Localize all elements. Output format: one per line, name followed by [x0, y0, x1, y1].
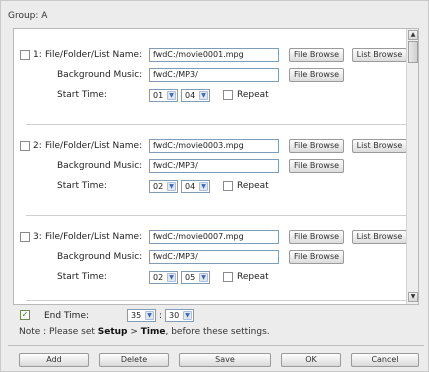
- note-suffix: , before these settings.: [165, 327, 270, 337]
- list-browse-button[interactable]: List Browse: [352, 230, 407, 244]
- note-prefix: Note : Please set: [19, 327, 98, 337]
- end-time-row: ✓ End Time: 35 ▼ : 30 ▼: [13, 307, 419, 325]
- background-music-field[interactable]: fwdC:/MP3/: [149, 250, 279, 264]
- background-music-field[interactable]: fwdC:/MP3/: [149, 68, 279, 82]
- start-minute-value: 04: [185, 91, 196, 100]
- entry-select-checkbox[interactable]: [20, 141, 30, 151]
- note-time: Time: [140, 327, 166, 337]
- entry-time-row: Start Time: 01 ▼ 04 ▼ Repeat: [14, 87, 407, 103]
- chevron-down-icon: ▼: [167, 273, 176, 282]
- end-time-label: End Time:: [44, 311, 90, 321]
- group-title: Group: A: [8, 11, 48, 21]
- end-hour-select[interactable]: 35 ▼: [127, 309, 156, 322]
- file-browse-button[interactable]: File Browse: [289, 48, 344, 62]
- file-browse-button[interactable]: File Browse: [289, 230, 344, 244]
- entry-divider: [26, 124, 417, 125]
- file-name-field[interactable]: fwdC:/movie0007.mpg: [149, 230, 279, 244]
- entry-divider: [26, 215, 417, 216]
- time-separator: :: [159, 311, 163, 321]
- end-minute-value: 30: [169, 311, 180, 320]
- entry-music-row: Background Music: fwdC:/MP3/ File Browse: [14, 67, 407, 83]
- start-hour-value: 02: [153, 182, 164, 191]
- entry-file-row: 1: File/Folder/List Name: fwdC:/movie000…: [14, 47, 407, 63]
- entry-divider: [26, 300, 417, 301]
- start-hour-value: 02: [153, 273, 164, 282]
- file-name-field[interactable]: fwdC:/movie0003.mpg: [149, 139, 279, 153]
- vertical-scrollbar[interactable]: ▲ ▼: [406, 29, 418, 304]
- start-time-label: Start Time:: [57, 90, 107, 100]
- note-arrow: >: [127, 327, 141, 337]
- start-minute-select[interactable]: 04 ▼: [181, 180, 210, 193]
- ok-button[interactable]: OK: [281, 353, 341, 367]
- end-time-checkbox[interactable]: ✓: [20, 310, 30, 320]
- chevron-down-icon: ▼: [145, 311, 154, 320]
- cancel-button[interactable]: Cancel: [351, 353, 419, 367]
- scrollbar-thumb[interactable]: [408, 41, 418, 63]
- repeat-checkbox[interactable]: [223, 181, 233, 191]
- repeat-label: Repeat: [237, 90, 269, 100]
- chevron-down-icon: ▼: [183, 311, 192, 320]
- chevron-down-icon: ▼: [167, 91, 176, 100]
- file-name-label: File/Folder/List Name:: [45, 50, 143, 60]
- chevron-down-icon: ▼: [199, 273, 208, 282]
- start-hour-value: 01: [153, 91, 164, 100]
- repeat-checkbox[interactable]: [223, 272, 233, 282]
- start-minute-value: 05: [185, 273, 196, 282]
- entry-time-row: Start Time: 02 ▼ 05 ▼ Repeat: [14, 269, 407, 285]
- file-name-label: File/Folder/List Name:: [45, 232, 143, 242]
- start-hour-select[interactable]: 02 ▼: [149, 271, 178, 284]
- entry-music-row: Background Music: fwdC:/MP3/ File Browse: [14, 249, 407, 265]
- entry-1: 1: File/Folder/List Name: fwdC:/movie000…: [14, 47, 407, 117]
- end-hour-value: 35: [131, 311, 142, 320]
- file-name-label: File/Folder/List Name:: [45, 141, 143, 151]
- background-music-label: Background Music:: [57, 252, 143, 262]
- list-browse-button[interactable]: List Browse: [352, 139, 407, 153]
- entry-index: 1:: [33, 50, 42, 60]
- entry-2: 2: File/Folder/List Name: fwdC:/movie000…: [14, 138, 407, 208]
- music-browse-button[interactable]: File Browse: [289, 159, 344, 173]
- footer-divider: [8, 345, 424, 346]
- end-minute-select[interactable]: 30 ▼: [165, 309, 194, 322]
- repeat-checkbox[interactable]: [223, 90, 233, 100]
- entry-select-checkbox[interactable]: [20, 232, 30, 242]
- file-browse-button[interactable]: File Browse: [289, 139, 344, 153]
- repeat-label: Repeat: [237, 181, 269, 191]
- entry-index: 3:: [33, 232, 42, 242]
- start-minute-select[interactable]: 05 ▼: [181, 271, 210, 284]
- save-button[interactable]: Save: [179, 353, 271, 367]
- entry-3: 3: File/Folder/List Name: fwdC:/movie000…: [14, 229, 407, 299]
- schedule-dialog: Group: A 1: File/Folder/List Name: fwdC:…: [0, 0, 429, 372]
- chevron-down-icon: ▼: [199, 91, 208, 100]
- entry-file-row: 3: File/Folder/List Name: fwdC:/movie000…: [14, 229, 407, 245]
- music-browse-button[interactable]: File Browse: [289, 250, 344, 264]
- start-minute-select[interactable]: 04 ▼: [181, 89, 210, 102]
- repeat-label: Repeat: [237, 272, 269, 282]
- start-hour-select[interactable]: 02 ▼: [149, 180, 178, 193]
- chevron-down-icon: ▼: [167, 182, 176, 191]
- entry-music-row: Background Music: fwdC:/MP3/ File Browse: [14, 158, 407, 174]
- chevron-down-icon: ▼: [199, 182, 208, 191]
- start-hour-select[interactable]: 01 ▼: [149, 89, 178, 102]
- start-time-label: Start Time:: [57, 272, 107, 282]
- entry-select-checkbox[interactable]: [20, 50, 30, 60]
- entry-file-row: 2: File/Folder/List Name: fwdC:/movie000…: [14, 138, 407, 154]
- entry-index: 2:: [33, 141, 42, 151]
- arrow-down-icon[interactable]: ▼: [408, 292, 418, 302]
- music-browse-button[interactable]: File Browse: [289, 68, 344, 82]
- arrow-up-icon[interactable]: ▲: [408, 30, 418, 40]
- entry-time-row: Start Time: 02 ▼ 04 ▼ Repeat: [14, 178, 407, 194]
- add-button[interactable]: Add: [19, 353, 89, 367]
- setup-note: Note : Please set Setup > Time, before t…: [19, 327, 270, 337]
- entries-panel: 1: File/Folder/List Name: fwdC:/movie000…: [13, 28, 419, 305]
- background-music-label: Background Music:: [57, 161, 143, 171]
- start-minute-value: 04: [185, 182, 196, 191]
- note-setup: Setup: [97, 327, 128, 337]
- background-music-field[interactable]: fwdC:/MP3/: [149, 159, 279, 173]
- file-name-field[interactable]: fwdC:/movie0001.mpg: [149, 48, 279, 62]
- delete-button[interactable]: Delete: [99, 353, 169, 367]
- checkmark-icon: ✓: [21, 310, 29, 319]
- start-time-label: Start Time:: [57, 181, 107, 191]
- list-browse-button[interactable]: List Browse: [352, 48, 407, 62]
- background-music-label: Background Music:: [57, 70, 143, 80]
